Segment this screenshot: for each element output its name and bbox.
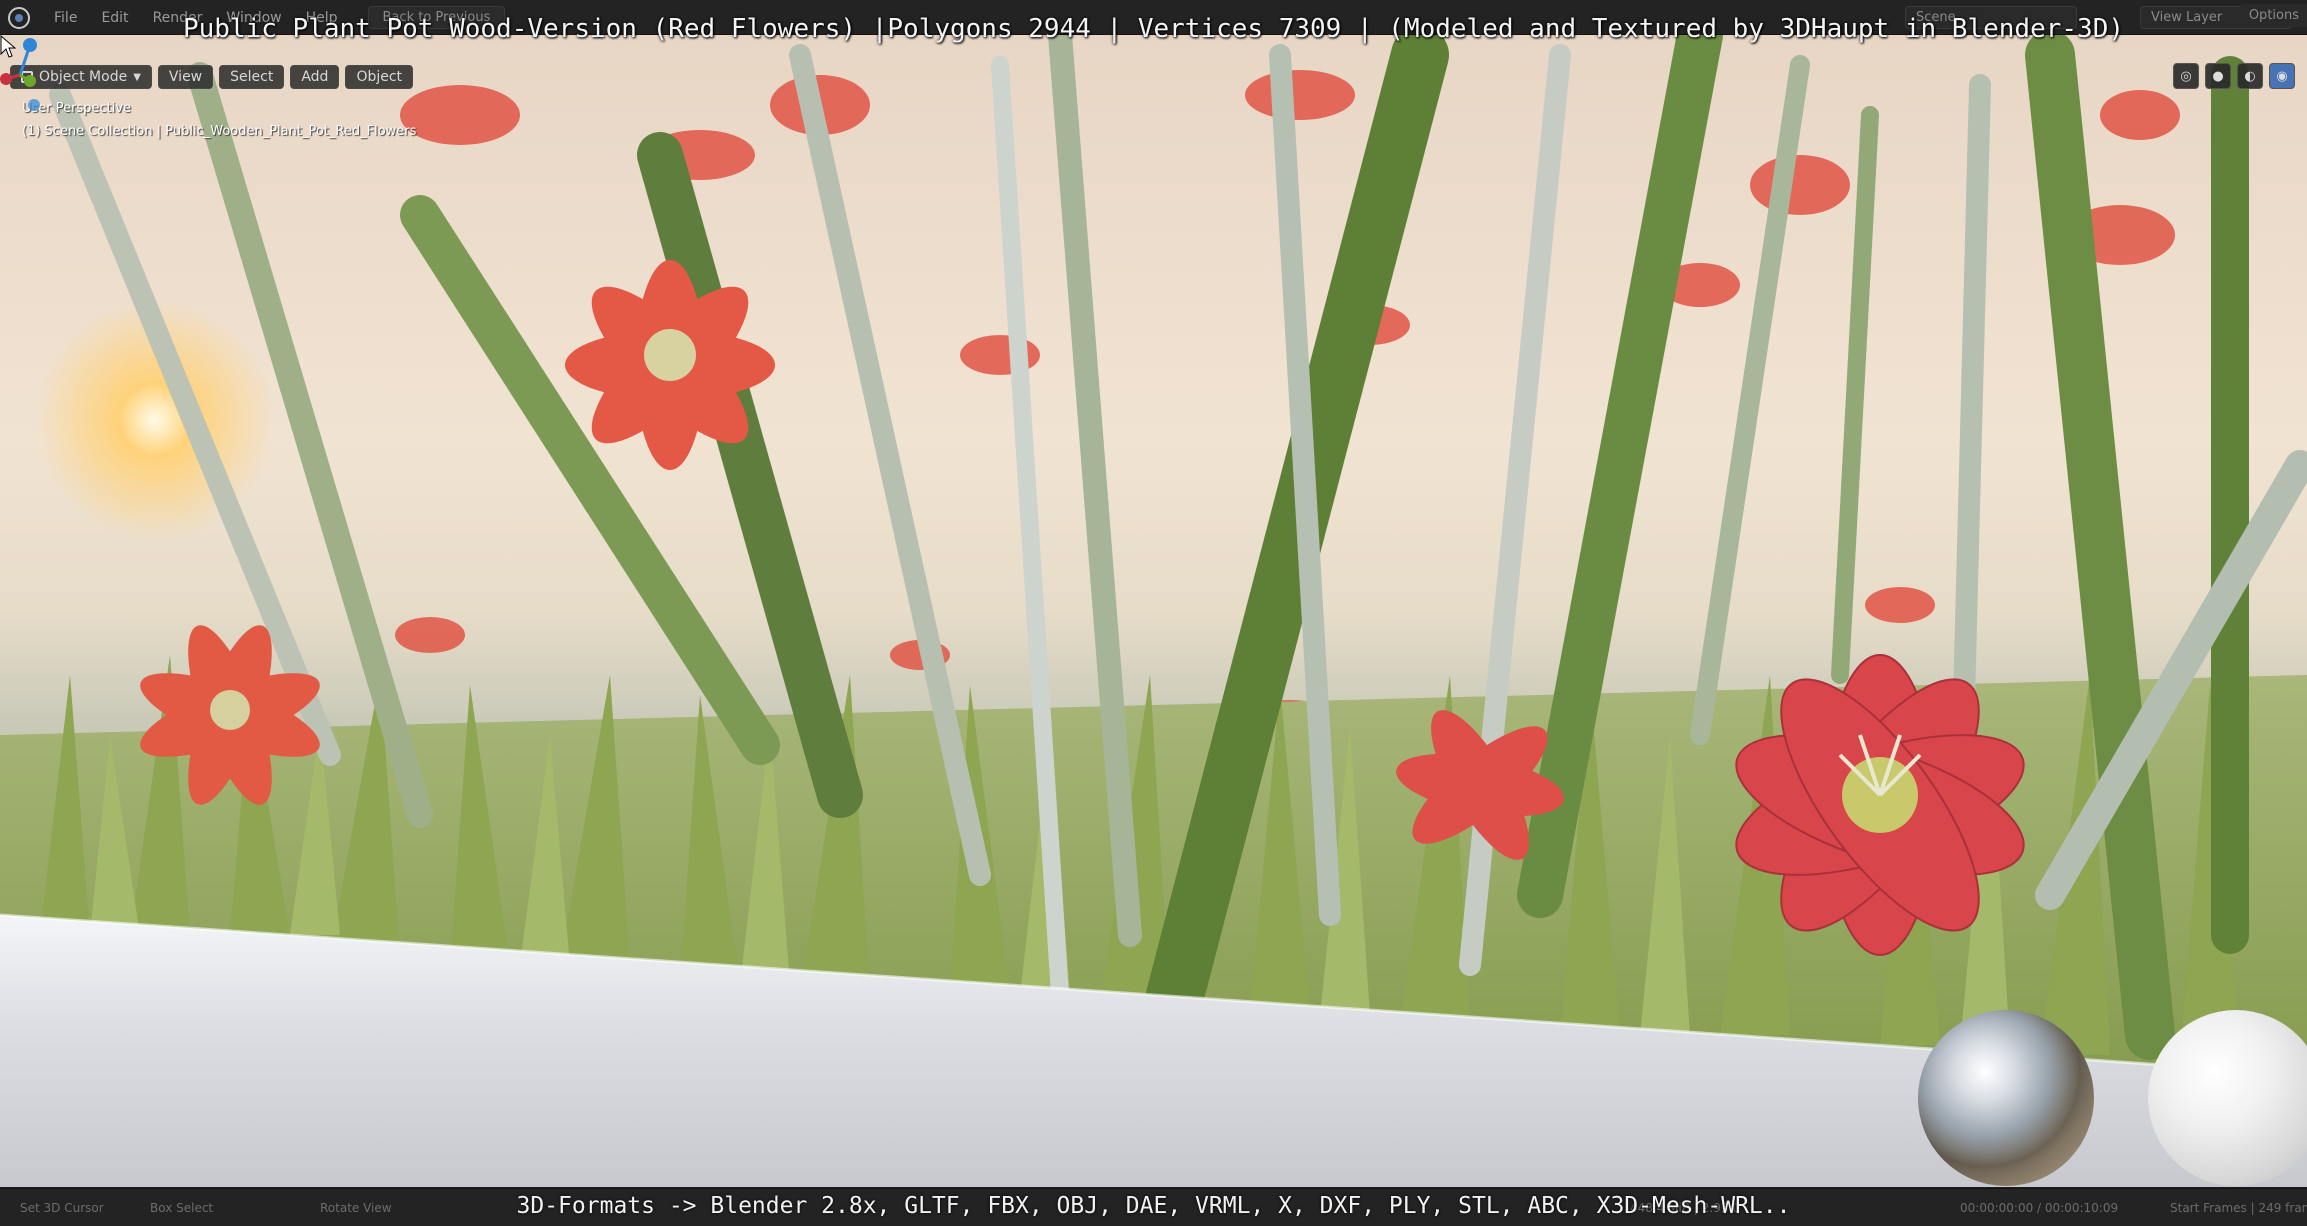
wireframe-icon[interactable]: ◎ — [2173, 63, 2199, 89]
shading-solid-icon[interactable]: ● — [2205, 63, 2231, 89]
object-menu[interactable]: Object — [345, 65, 414, 89]
scene-render — [0, 35, 2307, 1187]
chevron-down-icon: ▼ — [133, 71, 141, 83]
shading-material-icon[interactable]: ◐ — [2237, 63, 2263, 89]
viewport-header: Object Mode ▼ View Select Add Object — [10, 65, 414, 89]
view-menu[interactable]: View — [157, 65, 214, 89]
select-menu[interactable]: Select — [219, 65, 285, 89]
3d-viewport[interactable]: Object Mode ▼ View Select Add Object Use… — [0, 35, 2307, 1187]
object-mode-label: Object Mode — [39, 69, 128, 85]
shading-controls: ◎ ● ◐ ◉ — [2173, 63, 2295, 89]
add-menu[interactable]: Add — [290, 65, 340, 89]
hdri-preview-chrome-sphere — [1918, 1010, 2094, 1186]
shading-rendered-icon[interactable]: ◉ — [2269, 63, 2295, 89]
flower-top-left — [565, 260, 775, 470]
video-title-overlay: Public Plant Pot Wood-Version (Red Flowe… — [182, 14, 2124, 44]
scene-collection-label: (1) Scene Collection | Public_Wooden_Pla… — [22, 124, 417, 139]
formats-overlay: 3D-Formats -> Blender 2.8x, GLTF, FBX, O… — [516, 1193, 1791, 1219]
